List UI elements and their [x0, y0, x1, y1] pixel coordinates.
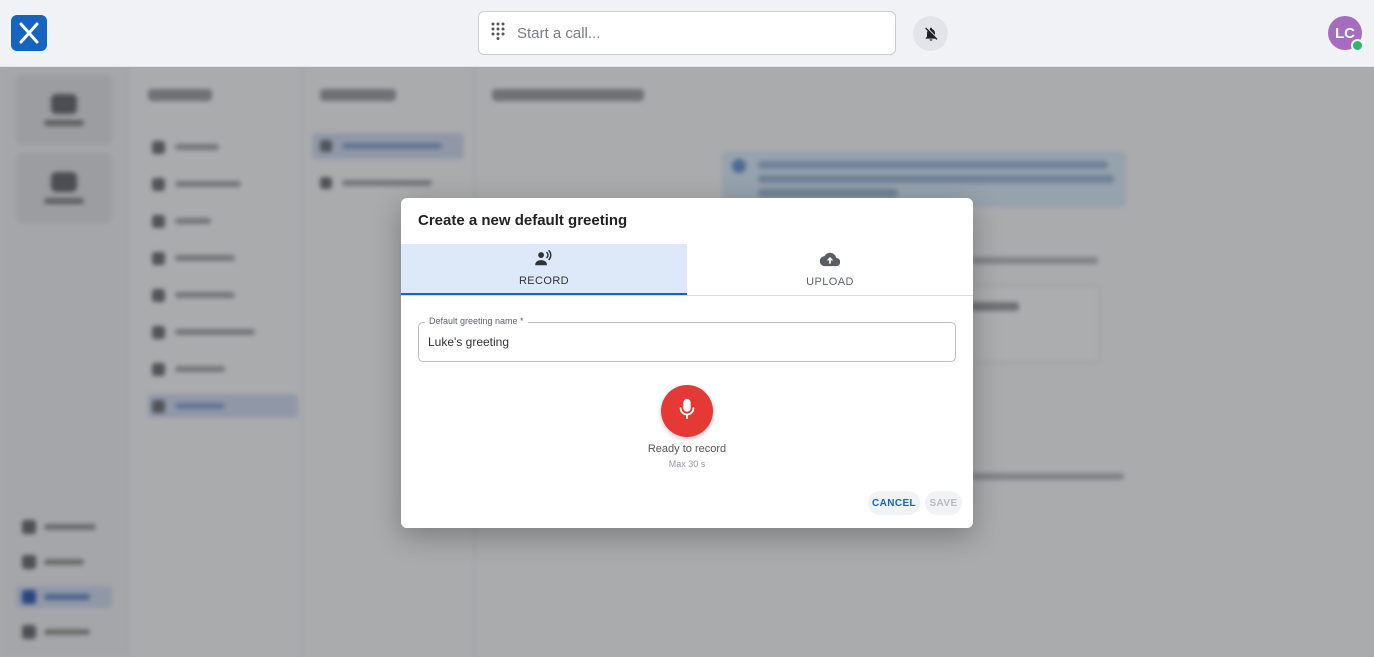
create-greeting-dialog: Create a new default greeting RECORD UPL… [401, 198, 973, 528]
app-logo-icon[interactable] [11, 15, 47, 51]
record-max-duration: Max 30 s [668, 459, 706, 469]
greeting-tabs: RECORD UPLOAD [401, 244, 973, 296]
presence-status-indicator [1351, 39, 1364, 52]
microphone-icon [678, 398, 696, 425]
record-button[interactable] [661, 385, 713, 437]
notifications-off-icon[interactable] [913, 16, 948, 51]
record-status: Ready to record [647, 443, 727, 455]
greeting-name-input[interactable] [428, 332, 943, 352]
dialog-title: Create a new default greeting [418, 212, 628, 229]
cancel-button[interactable]: CANCEL [868, 491, 920, 515]
tab-record-label: RECORD [518, 275, 570, 287]
tab-record[interactable]: RECORD [401, 244, 687, 295]
start-call-input[interactable] [517, 24, 877, 42]
save-button[interactable]: SAVE [925, 491, 962, 515]
greeting-name-field[interactable]: Default greeting name * [418, 316, 956, 362]
avatar-initials: LC [1335, 24, 1355, 42]
greeting-name-label: Default greeting name * [425, 316, 528, 326]
top-bar: LC [0, 0, 1374, 67]
tab-upload-label: UPLOAD [806, 275, 854, 288]
tab-upload[interactable]: UPLOAD [687, 244, 973, 295]
start-call-search[interactable] [478, 11, 896, 55]
cloud-upload-icon [819, 252, 841, 272]
dialpad-icon[interactable] [491, 22, 505, 45]
record-voice-icon [535, 250, 553, 271]
